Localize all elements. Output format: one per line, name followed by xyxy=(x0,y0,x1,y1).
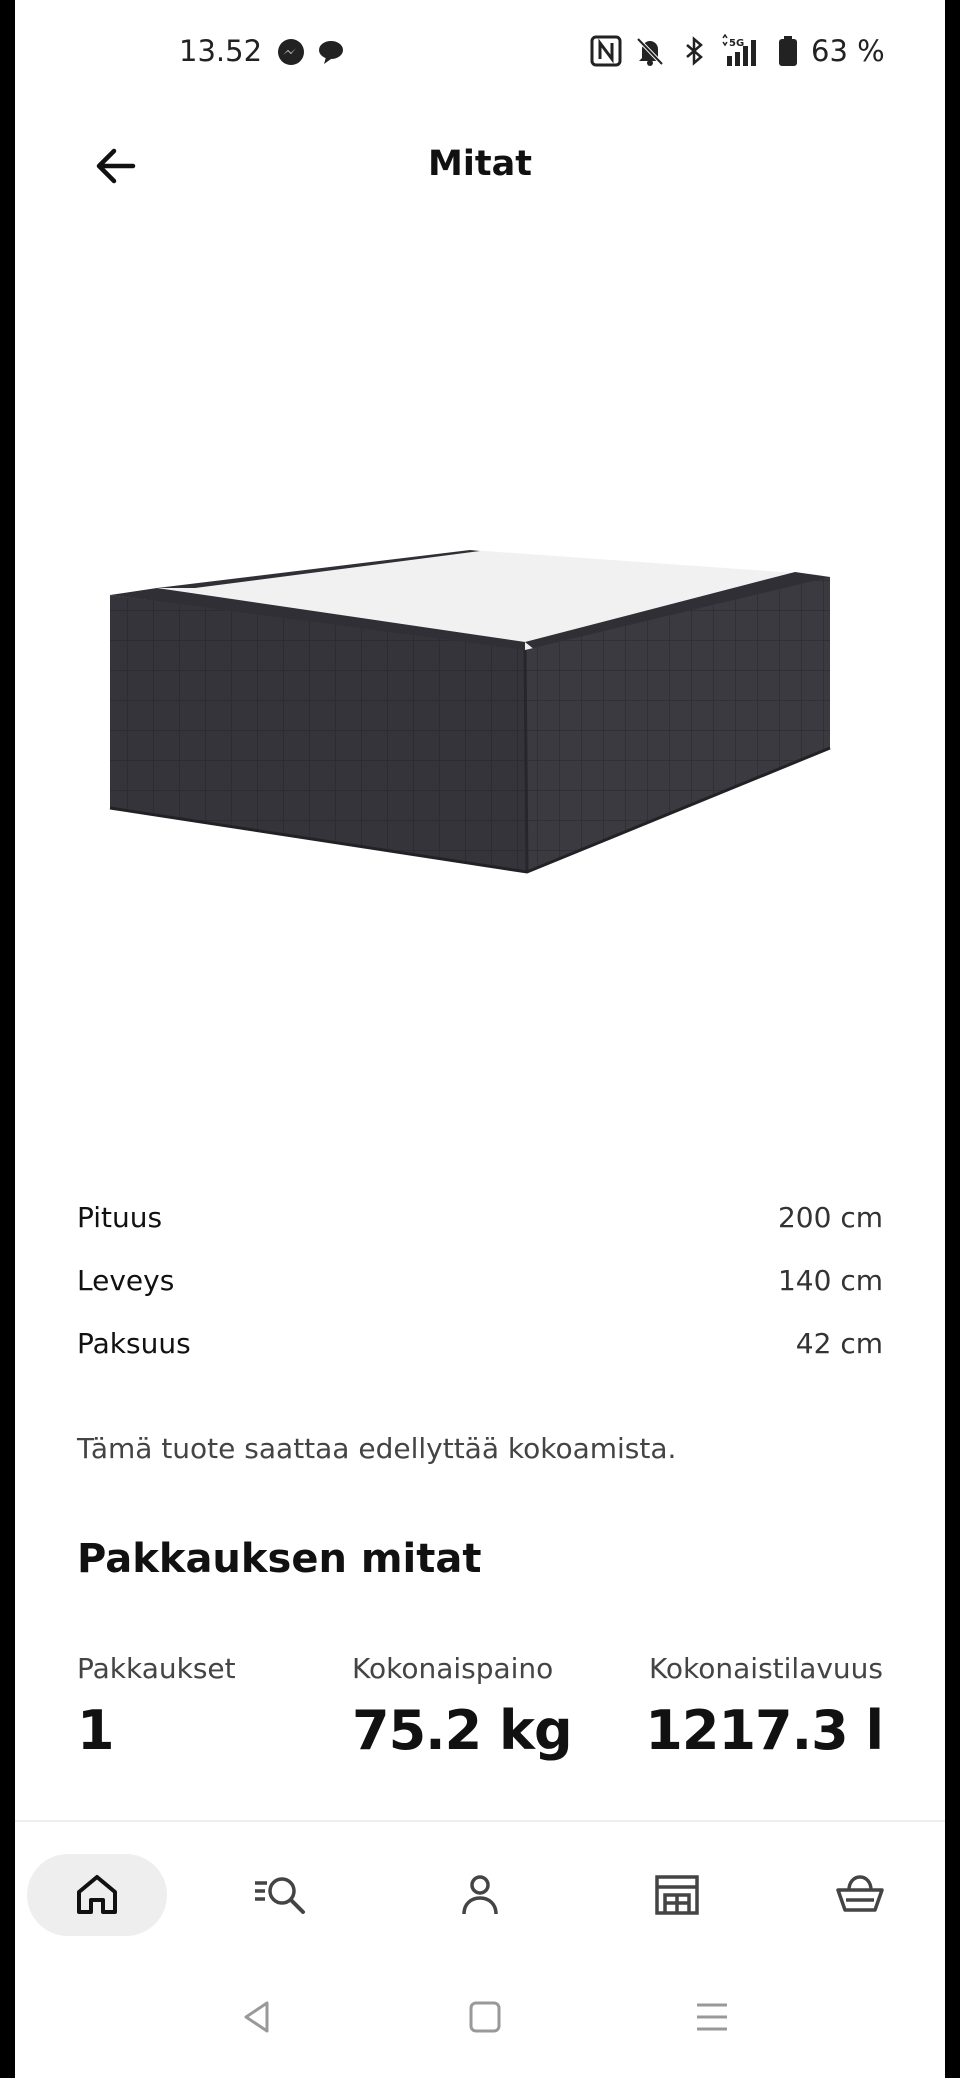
package-volume-value: 1217.3 l xyxy=(645,1699,884,1762)
dimension-label: Paksuus xyxy=(77,1327,191,1360)
triangle-back-icon xyxy=(244,2001,269,2033)
dimension-value: 42 cm xyxy=(795,1327,883,1360)
page-title: Mitat xyxy=(428,144,532,184)
package-volume: Kokonaistilavuus 1217.3 l xyxy=(645,1652,884,1762)
bed-base-image xyxy=(109,550,831,874)
bottom-navigation xyxy=(15,1820,945,1967)
package-weight: Kokonaispaino 75.2 kg xyxy=(352,1652,573,1762)
package-count: Pakkaukset 1 xyxy=(77,1652,236,1762)
svg-text:5G: 5G xyxy=(729,38,744,49)
dimension-row-length: Pituus 200 cm xyxy=(77,1186,883,1249)
system-status-icons: 5G 63 % xyxy=(589,33,885,68)
dimension-row-thickness: Paksuus 42 cm xyxy=(77,1312,883,1375)
nav-store[interactable] xyxy=(607,1854,747,1936)
battery-percentage: 63 % xyxy=(811,34,885,68)
package-volume-label: Kokonaistilavuus xyxy=(648,1652,883,1685)
nav-profile[interactable] xyxy=(410,1854,550,1936)
package-weight-value: 75.2 kg xyxy=(352,1699,573,1762)
nav-home[interactable] xyxy=(27,1854,167,1936)
package-section-title: Pakkauksen mitat xyxy=(77,1536,482,1582)
nav-search[interactable] xyxy=(211,1854,351,1936)
dimension-value: 140 cm xyxy=(777,1264,883,1297)
battery-icon xyxy=(777,34,799,68)
system-home-button[interactable] xyxy=(460,1992,510,2042)
nav-basket[interactable] xyxy=(790,1854,930,1936)
status-bar: 13.52 5G 63 % xyxy=(15,0,945,105)
assembly-note: Tämä tuote saattaa edellyttää kokoamista… xyxy=(77,1432,677,1465)
signal-5g-icon: 5G xyxy=(721,33,767,68)
system-recents-button[interactable] xyxy=(687,1992,737,2042)
store-icon xyxy=(655,1875,699,1915)
basket-icon xyxy=(836,1875,884,1912)
bell-muted-icon xyxy=(633,34,667,68)
status-time: 13.52 xyxy=(179,34,263,68)
package-weight-label: Kokonaispaino xyxy=(352,1652,554,1685)
dimension-label: Leveys xyxy=(77,1264,175,1297)
system-navigation xyxy=(15,1980,945,2060)
package-info: Pakkaukset 1 Kokonaispaino 75.2 kg Kokon… xyxy=(77,1652,884,1772)
dimension-label: Pituus xyxy=(77,1201,163,1234)
app-screen: 13.52 5G 63 % Mitat Pituus 200 cm Leveys… xyxy=(15,0,945,2078)
chat-bubble-icon xyxy=(317,38,345,66)
search-list-icon xyxy=(255,1877,305,1914)
nfc-icon xyxy=(589,34,623,68)
messenger-icon xyxy=(277,38,305,66)
dimensions-list: Pituus 200 cm Leveys 140 cm Paksuus 42 c… xyxy=(77,1186,883,1375)
bluetooth-icon xyxy=(677,34,711,68)
square-home-icon xyxy=(469,2001,501,2033)
package-count-label: Pakkaukset xyxy=(77,1652,236,1685)
product-image xyxy=(75,520,895,900)
profile-icon xyxy=(462,1875,498,1915)
dimension-row-width: Leveys 140 cm xyxy=(77,1249,883,1312)
home-icon xyxy=(77,1875,117,1914)
package-count-value: 1 xyxy=(77,1699,115,1762)
notification-icons xyxy=(277,38,345,66)
recents-menu-icon xyxy=(697,2003,727,2031)
dimension-value: 200 cm xyxy=(777,1201,883,1234)
system-back-button[interactable] xyxy=(233,1992,283,2042)
